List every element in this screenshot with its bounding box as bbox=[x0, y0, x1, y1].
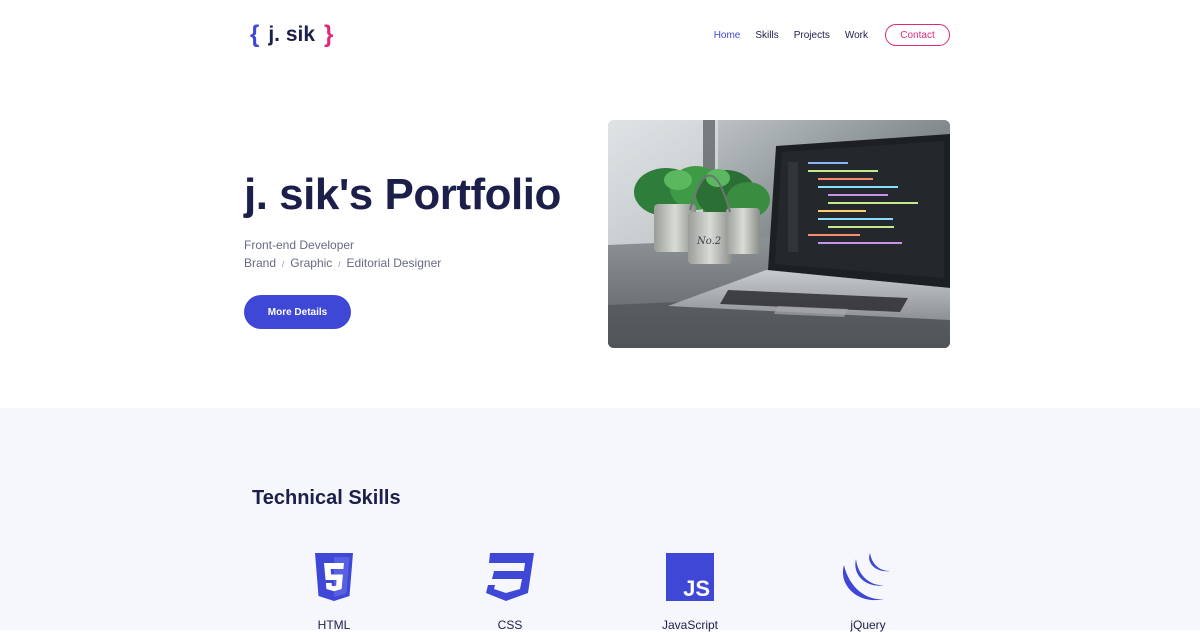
nav-home[interactable]: Home bbox=[714, 30, 741, 41]
hero-role: Front-end Developer bbox=[244, 238, 355, 252]
logo-brace-right: } bbox=[324, 21, 334, 48]
tag-brand: Brand bbox=[244, 256, 277, 270]
more-details-button[interactable]: More Details bbox=[244, 295, 351, 329]
nav-work[interactable]: Work bbox=[845, 30, 868, 41]
contact-button[interactable]: Contact bbox=[885, 24, 950, 46]
nav-projects[interactable]: Projects bbox=[794, 30, 830, 41]
site-header: { j. sik } Home Skills Projects Work Con… bbox=[0, 0, 1200, 70]
hero-tags: Brand / Graphic / Editorial Designer bbox=[244, 256, 441, 270]
css3-icon bbox=[450, 552, 570, 602]
html5-icon bbox=[274, 552, 394, 602]
nav-skills[interactable]: Skills bbox=[755, 30, 778, 41]
skill-css: CSS bbox=[450, 552, 570, 632]
skill-html: HTML bbox=[274, 552, 394, 632]
logo-brace-left: { bbox=[250, 21, 260, 48]
tag-editorial: Editorial Designer bbox=[346, 256, 442, 270]
tag-separator: / bbox=[282, 259, 285, 269]
tag-graphic: Graphic bbox=[290, 256, 333, 270]
main-nav: Home Skills Projects Work Contact bbox=[699, 24, 950, 46]
skill-javascript: JS JavaScript bbox=[630, 552, 750, 632]
hero-laptop-photo: No.2 bbox=[608, 120, 950, 348]
skill-jquery: jQuery bbox=[808, 552, 928, 632]
logo[interactable]: { j. sik } bbox=[250, 20, 333, 50]
svg-text:JS: JS bbox=[683, 576, 710, 601]
svg-text:No.2: No.2 bbox=[696, 236, 721, 247]
skills-title: Technical Skills bbox=[252, 487, 401, 509]
logo-text: j. sik bbox=[268, 23, 316, 46]
javascript-icon: JS bbox=[630, 552, 750, 602]
skills-section: Technical Skills HTML CSS JS JavaScript … bbox=[0, 408, 1200, 632]
hero-title: j. sik's Portfolio bbox=[244, 170, 561, 219]
tag-separator: / bbox=[338, 259, 341, 269]
jquery-icon bbox=[808, 552, 928, 602]
